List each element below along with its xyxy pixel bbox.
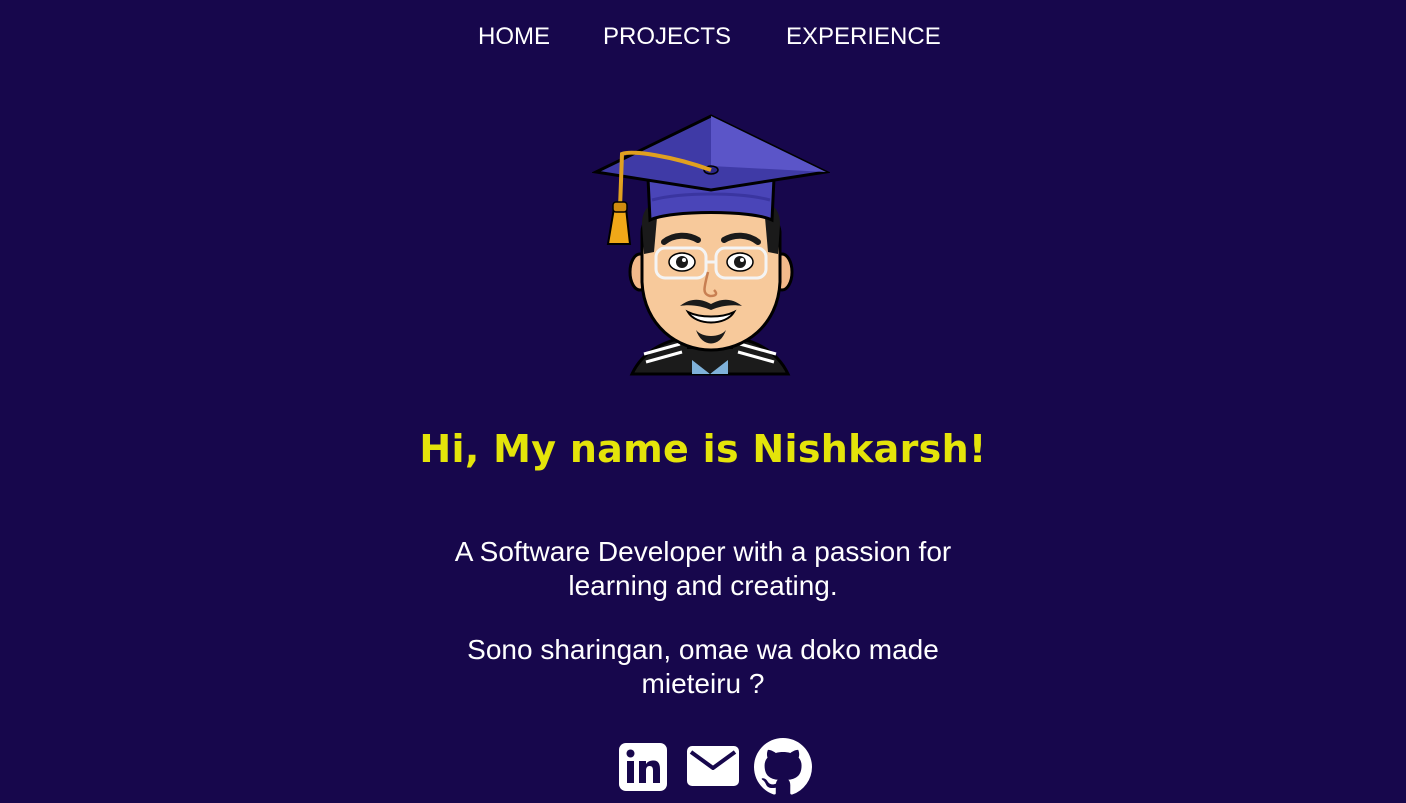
hero-tagline: A Software Developer with a passion for … xyxy=(0,535,1406,603)
hero-quote-line: Sono sharingan, omae wa doko made xyxy=(467,634,939,665)
hero-tagline-line: learning and creating. xyxy=(568,570,838,601)
nav-home-link[interactable]: HOME xyxy=(478,23,550,51)
nav-experience-link[interactable]: EXPERIENCE xyxy=(786,23,941,51)
graduate-avatar-image xyxy=(592,112,830,376)
hero-tagline-line: A Software Developer with a passion for xyxy=(454,536,952,567)
hero-quote-line: mieteiru ? xyxy=(641,668,765,699)
mail-link[interactable] xyxy=(687,744,739,788)
social-links xyxy=(0,736,1406,796)
linkedin-link[interactable] xyxy=(619,743,667,791)
nav-projects-link[interactable]: PROJECTS xyxy=(603,23,731,51)
linkedin-icon xyxy=(619,743,667,791)
github-icon xyxy=(754,738,812,795)
top-nav: HOME PROJECTS EXPERIENCE xyxy=(0,18,1406,58)
portfolio-page: HOME PROJECTS EXPERIENCE Hi, My name is … xyxy=(0,0,1406,803)
hero-quote: Sono sharingan, omae wa doko made mietei… xyxy=(0,633,1406,701)
mail-icon xyxy=(687,746,739,786)
hero-headline: Hi, My name is Nishkarsh! xyxy=(419,427,987,471)
github-link[interactable] xyxy=(754,738,812,796)
